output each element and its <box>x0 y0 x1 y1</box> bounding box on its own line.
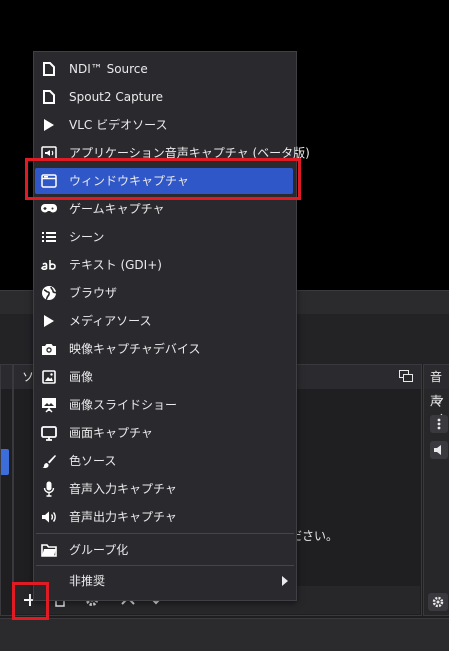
camera-icon <box>42 344 56 355</box>
folder-icon <box>41 544 57 557</box>
globe-icon <box>42 286 57 300</box>
highlight-add-button-box <box>12 582 49 620</box>
audio-dock-title: 音声 <box>424 365 449 408</box>
file-icon <box>43 90 55 104</box>
menu-item-browser[interactable]: ブラウザ <box>34 279 296 307</box>
menu-item-video-capture-device[interactable]: 映像キャプチャデバイス <box>34 335 296 363</box>
speaker-icon <box>42 511 56 523</box>
menu-separator <box>36 565 294 566</box>
slideshow-icon <box>42 398 56 413</box>
audio-settings-button[interactable] <box>428 593 448 611</box>
status-bar <box>0 618 449 651</box>
brush-icon <box>42 455 56 468</box>
highlight-window-capture-box <box>25 158 301 200</box>
file-icon <box>43 62 55 76</box>
menu-item-deprecated[interactable]: 非推奨 <box>34 567 296 595</box>
gear-icon <box>432 596 444 608</box>
menu-item-image-slideshow[interactable]: 画像スライドショー <box>34 391 296 419</box>
menu-item-group[interactable]: グループ化 <box>34 536 296 564</box>
menu-separator <box>36 533 294 534</box>
speaker-icon <box>434 445 441 455</box>
play-icon <box>44 119 54 131</box>
microphone-icon <box>43 481 55 497</box>
menu-item-audio-output-capture[interactable]: 音声出力キャプチャ <box>34 503 296 531</box>
menu-item-text-gdi[interactable]: テキスト (GDI+) <box>34 251 296 279</box>
menu-item-spout2-capture[interactable]: Spout2 Capture <box>34 83 296 111</box>
gamepad-icon <box>41 204 57 213</box>
scenes-dock-title <box>1 365 12 389</box>
audio-menu-button[interactable] <box>430 415 448 433</box>
sources-empty-hint: ださい。 <box>290 529 339 543</box>
audio-mute-button[interactable] <box>430 441 448 459</box>
scenes-dock <box>0 364 13 616</box>
play-icon <box>44 315 54 327</box>
text-ab-icon <box>41 260 56 270</box>
image-icon <box>42 370 56 384</box>
menu-item-audio-input-capture[interactable]: 音声入力キャプチャ <box>34 475 296 503</box>
submenu-arrow-icon <box>282 576 288 586</box>
monitor-icon <box>41 425 57 441</box>
list-icon <box>42 232 56 242</box>
menu-item-vlc-video-source[interactable]: VLC ビデオソース <box>34 111 296 139</box>
selected-scene-item[interactable] <box>1 449 9 475</box>
add-source-menu: NDI™ Source Spout2 Capture VLC ビデオソース アプ… <box>33 51 310 601</box>
scenes-list <box>1 389 12 615</box>
menu-item-ndi-source[interactable]: NDI™ Source <box>34 55 296 83</box>
kebab-icon <box>437 418 441 430</box>
audio-mixer-dock: 音声 マイ <box>423 364 449 616</box>
menu-item-scene[interactable]: シーン <box>34 223 296 251</box>
menu-item-color-source[interactable]: 色ソース <box>34 447 296 475</box>
menu-item-image[interactable]: 画像 <box>34 363 296 391</box>
menu-item-media-source[interactable]: メディアソース <box>34 307 296 335</box>
menu-item-display-capture[interactable]: 画面キャプチャ <box>34 419 296 447</box>
dock-float-icon[interactable] <box>399 370 413 382</box>
